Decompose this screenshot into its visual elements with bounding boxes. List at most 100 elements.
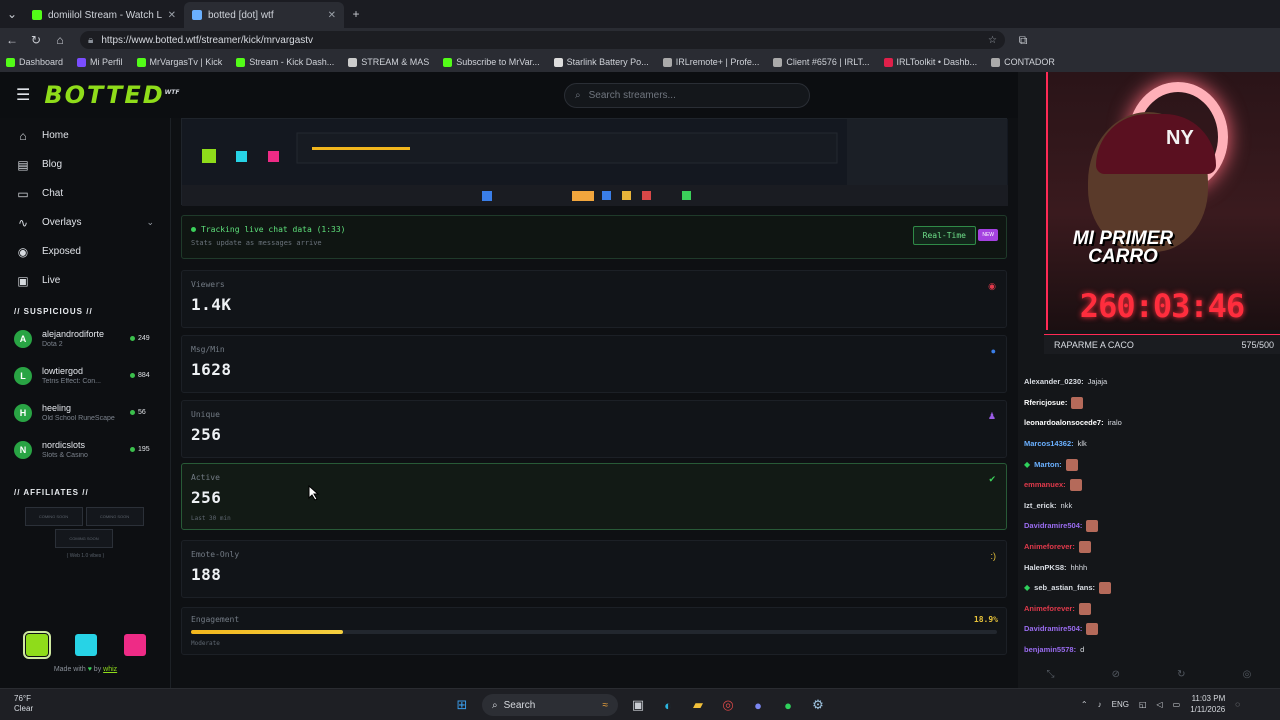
affiliate-slot[interactable]: COMING SOON <box>24 507 83 526</box>
start-icon[interactable]: ⊞ <box>452 695 472 715</box>
tray-expand-icon[interactable]: ⌃ <box>1081 700 1088 709</box>
hamburger-menu-icon[interactable]: ☰ <box>16 85 30 105</box>
affiliate-slot[interactable]: COMING SOON <box>85 507 144 526</box>
tab-list-icon[interactable]: ⌄ <box>0 7 24 21</box>
theme-swatch-cyan[interactable] <box>74 634 97 656</box>
bookmark-item[interactable]: IRLremote+ | Profe... <box>662 57 759 67</box>
suspicious-item[interactable]: Hheeling Old School RuneScape 56 <box>0 394 170 431</box>
stat-card-msg-min: Msg/Min 1628 ● <box>181 335 1007 393</box>
sidebar-item-live[interactable]: ▣ Live <box>0 266 170 295</box>
tab-kick[interactable]: domiilol Stream - Watch Live on K ✕ <box>24 2 184 28</box>
site-logo[interactable]: BOTTEDWTF <box>44 81 179 109</box>
made-with-credit: Made with ♥ by whiz <box>0 666 171 673</box>
emote-icon <box>1086 520 1099 533</box>
bookmark-item[interactable]: STREAM & MAS <box>348 57 429 67</box>
suspicious-heading: // SUSPICIOUS // <box>14 307 93 316</box>
smiley-icon: :) <box>990 551 997 561</box>
made-with-text: Made with <box>53 666 86 673</box>
taskbar-search[interactable]: ⌕ Search ≈ <box>482 694 618 716</box>
steam-icon[interactable]: ⚙ <box>808 695 828 715</box>
extensions-icon[interactable]: ⧉ <box>1011 33 1035 48</box>
bookmark-item[interactable]: Stream - Kick Dash... <box>236 57 334 67</box>
discord-icon[interactable]: ● <box>748 695 768 715</box>
bookmark-item[interactable]: MrVargasTv | Kick <box>136 57 222 67</box>
tab-botted[interactable]: botted [dot] wtf ✕ <box>184 2 344 28</box>
chat-text: iralo <box>1107 418 1122 428</box>
weather-widget[interactable]: 76°F Clear <box>14 694 33 714</box>
chat-message: Alexander_0230: Jajaja <box>1024 372 1274 393</box>
sidebar-item-exposed[interactable]: ◉ Exposed <box>0 237 170 266</box>
edge-icon[interactable]: ◐ <box>658 695 678 715</box>
back-icon[interactable]: ← <box>0 33 24 47</box>
settings-icon[interactable]: ◎ <box>1243 669 1252 680</box>
suspicious-item[interactable]: Nnordicslots Slots & Casino 195 <box>0 431 170 468</box>
sidebar-item-overlays[interactable]: ∿ Overlays ⌄ <box>0 208 170 237</box>
close-tab-icon[interactable]: ✕ <box>328 10 336 21</box>
engagement-bar <box>191 630 997 634</box>
subscriber-badge-icon: ◆ <box>1024 459 1031 469</box>
streamer-name: nordicslots <box>42 440 86 450</box>
bookmark-item[interactable]: CONTADOR <box>991 57 1055 67</box>
suspicious-list: Aalejandrodiforte Dota 2 249 Llowtiergod Tet… <box>0 320 170 468</box>
chat-text: nkk <box>1060 500 1073 510</box>
suspicious-text: heeling Old School RuneScape <box>42 403 130 422</box>
affiliate-slot[interactable]: COMING SOON <box>55 529 113 548</box>
new-tab-icon[interactable]: + <box>344 7 368 21</box>
suspicious-item[interactable]: Aalejandrodiforte Dota 2 249 <box>0 320 170 357</box>
live-dot-icon <box>130 336 135 341</box>
volume-icon[interactable]: ◁ <box>1157 700 1163 709</box>
bookmark-item[interactable]: Starlink Battery Po... <box>553 57 649 67</box>
sidebar-item-label: Home <box>42 130 69 141</box>
url-input[interactable]: 🔒︎ https://www.botted.wtf/streamer/kick/… <box>80 31 1005 49</box>
home-button-icon[interactable]: ⌂ <box>48 33 72 47</box>
task-view-icon[interactable]: ▣ <box>628 695 648 715</box>
refresh-icon[interactable]: ↻ <box>1177 669 1185 680</box>
chevron-down-icon[interactable]: ⌄ <box>146 217 154 228</box>
viewer-count: 884 <box>130 372 150 379</box>
battery-icon[interactable]: ▭ <box>1173 700 1181 709</box>
eye-icon: ◉ <box>988 281 996 291</box>
suspicious-item[interactable]: Llowtiergod Tetris Effect: Con... 884 <box>0 357 170 394</box>
mute-icon[interactable]: ⊘ <box>1112 669 1120 680</box>
logo-text: BOTTED <box>44 81 165 109</box>
windows-taskbar: 76°F Clear ⊞ ⌕ Search ≈ ▣ ◐ ▰ ◎ ● ● ⚙ ⌃ … <box>0 688 1280 720</box>
network-icon[interactable]: ◱ <box>1139 700 1147 709</box>
search-input[interactable]: ⌕ Search streamers... <box>564 83 810 108</box>
sidebar-item-chat[interactable]: ▭ Chat <box>0 179 170 208</box>
blog-icon: ▤ <box>17 157 29 172</box>
spotify-icon[interactable]: ● <box>778 695 798 715</box>
mic-icon[interactable]: ♪ <box>1098 700 1102 709</box>
clock[interactable]: 11:03 PM 1/11/2026 <box>1190 693 1225 715</box>
bookmark-item[interactable]: Mi Perfil <box>77 57 123 67</box>
bookmark-item[interactable]: Client #6576 | IRLT... <box>773 57 870 67</box>
realtime-button[interactable]: Real-Time <box>912 226 976 245</box>
engagement-label: Engagement <box>191 615 240 624</box>
live-dot-icon <box>191 227 196 232</box>
bookmark-item[interactable]: Subscribe to MrVar... <box>443 57 540 67</box>
taskbar-apps: ⊞ ⌕ Search ≈ ▣ ◐ ▰ ◎ ● ● ⚙ <box>452 694 828 716</box>
file-explorer-icon[interactable]: ▰ <box>688 695 708 715</box>
theme-swatch-pink[interactable] <box>123 634 146 656</box>
bookmark-item[interactable]: IRLToolkit • Dashb... <box>883 57 977 67</box>
theme-swatch-green[interactable] <box>22 631 51 659</box>
live-dot-icon <box>130 447 135 452</box>
collapse-icon[interactable]: ⤡ <box>1047 669 1055 680</box>
reload-icon[interactable]: ↻ <box>24 33 48 47</box>
author-link[interactable]: whiz <box>103 666 117 673</box>
home-icon: ⌂ <box>19 128 27 143</box>
sidebar-item-blog[interactable]: ▤ Blog <box>0 150 170 179</box>
tab-title: domiilol Stream - Watch Live on K <box>48 9 162 21</box>
bookmark-favicon-icon <box>443 57 453 67</box>
language-indicator[interactable]: ENG <box>1112 700 1129 709</box>
avatar: L <box>14 366 32 385</box>
botted-favicon-icon <box>192 10 202 20</box>
viewer-count-value: 195 <box>138 446 150 453</box>
chat-text: d <box>1080 645 1085 655</box>
notification-icon[interactable]: ◌ <box>1235 700 1240 709</box>
favorite-star-icon[interactable]: ☆ <box>988 35 997 46</box>
chrome-icon[interactable]: ◎ <box>718 695 738 715</box>
sidebar-item-home[interactable]: ⌂ Home <box>0 121 170 150</box>
bookmark-item[interactable]: Dashboard <box>6 57 63 67</box>
close-tab-icon[interactable]: ✕ <box>168 10 176 21</box>
bookmark-label: Mi Perfil <box>90 57 123 67</box>
